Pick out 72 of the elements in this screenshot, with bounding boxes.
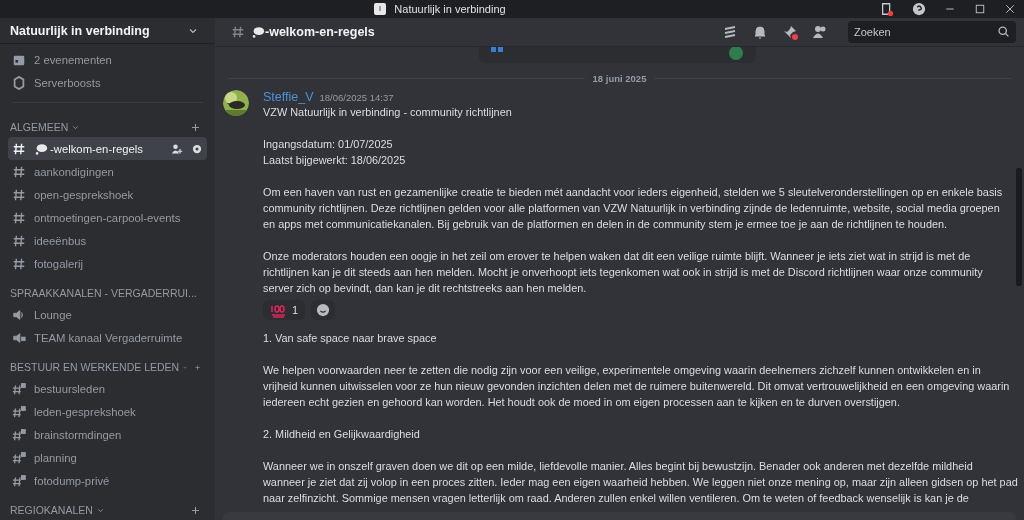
channel-item[interactable]: Lounge xyxy=(8,303,207,326)
settings-icon xyxy=(191,142,203,155)
pin-icon xyxy=(782,24,798,40)
hundred-points-icon xyxy=(270,302,286,318)
channel-item[interactable]: fotogalerij xyxy=(8,252,207,275)
channel-item[interactable]: TEAM kanaal Vergaderruimte xyxy=(8,326,207,349)
locked-speaker-icon xyxy=(12,330,26,345)
locked-hash-icon xyxy=(12,450,26,465)
message-text: Wanneer we in onszelf graven doen we dit op een milde, liefdevolle manier. Alles begint bij bewustzijn. Benader ook anderen met dezelfde mildheid wanneer je ziet dat zij volop in een proces zitten. Ieder mag een eigen waarheid hebben. We leggen niet onze mening op, maar zijn alleen gidsen op het pad naar zelfinzicht. Sommige mensen vragen letterlijk om raad. Anderen zullen enkel willen ventileren. Om te weten of feedback wenselijk is kan je de xyxy=(263,459,1018,506)
embed-logo-icon xyxy=(491,47,503,52)
channel-item[interactable]: open-gesprekshoek xyxy=(8,183,207,206)
plus-icon xyxy=(190,121,201,133)
message-text: VZW Natuurlijk in verbinding - community richtlijnen xyxy=(263,105,513,120)
maximize-icon xyxy=(974,3,986,15)
inbox-icon xyxy=(880,2,894,16)
channel-item[interactable]: planning xyxy=(8,446,207,469)
channel-item[interactable]: ideeënbus xyxy=(8,229,207,252)
window-title: Natuurlijk in verbinding xyxy=(394,3,506,15)
hash-icon xyxy=(12,210,26,225)
reaction-button[interactable]: 1 xyxy=(263,300,306,320)
reaction-count: 1 xyxy=(292,304,299,316)
channel-item[interactable]: leden-gesprekshoek xyxy=(8,400,207,423)
message-text: Ingangsdatum: 01/07/2025 Laatst bijgewerkt: 18/06/2025 xyxy=(263,137,407,168)
boost-gem-icon xyxy=(12,75,26,90)
channel-item[interactable]: -welkom-en-regels xyxy=(8,137,207,160)
channel-title: -welkom-en-regels xyxy=(265,25,376,39)
scrollbar-thumb[interactable] xyxy=(1016,168,1022,286)
smiley-icon xyxy=(316,303,331,317)
channel-item[interactable]: brainstormdingen xyxy=(8,423,207,446)
close-icon xyxy=(1004,3,1016,15)
message-text: 2. Mildheid en Gelijkwaardigheid xyxy=(263,427,421,442)
serverboosts-item[interactable]: Serverboosts xyxy=(8,71,207,95)
app-icon xyxy=(374,3,387,15)
message-text: 1. Van safe space naar brave space xyxy=(263,331,438,346)
speaker-icon xyxy=(12,307,26,322)
timestamp: 18/06/2025 14:37 xyxy=(319,92,394,103)
members-icon xyxy=(812,24,828,40)
channel-item[interactable]: fotodump-privé xyxy=(8,469,207,492)
plus-icon xyxy=(190,504,201,516)
hash-icon xyxy=(12,233,26,248)
channel-item[interactable]: aankondigingen xyxy=(8,160,207,183)
events-item[interactable]: 2 evenementen xyxy=(8,48,207,72)
thought-bubble-icon xyxy=(34,141,48,156)
locked-hash-icon xyxy=(12,404,26,419)
category-label[interactable]: ALGEMEEN xyxy=(10,121,69,133)
channel-item[interactable]: ontmoetingen-carpool-events xyxy=(8,206,207,229)
date-divider: 18 juni 2025 xyxy=(592,73,647,84)
category-label[interactable]: REGIOKANALEN xyxy=(10,504,93,516)
channel-item[interactable]: bestuursleden xyxy=(8,377,207,400)
hash-icon xyxy=(12,141,26,156)
locked-hash-icon xyxy=(12,381,26,396)
server-header[interactable]: Natuurlijk in verbinding xyxy=(0,18,215,45)
author-name[interactable]: Steffie_V xyxy=(263,90,314,104)
server-name: Natuurlijk in verbinding xyxy=(10,23,150,38)
add-member-icon xyxy=(171,142,183,155)
search-icon xyxy=(997,25,1010,38)
hash-icon xyxy=(231,25,245,39)
add-reaction-button[interactable] xyxy=(311,300,336,320)
message-text: We helpen voorwaarden neer te zetten die nodig zijn voor een veilige, experimentele omgeving waarin deelnemers zichzelf kunnen ontwikkelen en in vrijheid kunnen uitwisselen voor ze hun nieuw gevonden inzichten delen met de ruimere buitenwereld. Dit omvat vertrouwelijkheid en een omgeving waarin iedereen echt gezien en gehoord kan worden. Het houdt ook de moed in om eigen processen aan te kijken en te durven overstijgen. xyxy=(263,363,1011,410)
threads-icon xyxy=(722,24,738,40)
bell-icon xyxy=(752,24,768,40)
locked-hash-icon xyxy=(12,473,26,488)
hash-icon xyxy=(12,256,26,271)
message-text: Onze moderators houden een oogje in het zeil om erover te helpen waken dat dit een veilige ruimte blijft. Wanneer je iets ziet wat in strijd is met de richtlijnen kan je dit steeds aan hen melden. Mocht je onverhoopt iets tegenkomen wat ook in strijd is met de Discord richtlijnen waar onze community server zich op bevindt, dan kan je dit rechtstreeks aan hen melden. xyxy=(263,249,984,296)
locked-hash-icon xyxy=(12,427,26,442)
category-label[interactable]: SPRAAKKANALEN - VERGADERRUI... xyxy=(10,287,197,299)
hash-icon xyxy=(12,187,26,202)
thought-bubble-icon xyxy=(251,25,265,39)
hash-icon xyxy=(12,164,26,179)
search-field[interactable]: Zoeken xyxy=(848,21,1016,43)
message-text: Om een haven van rust en gezamenlijke creatie te bieden mét aandacht voor ieders eigenheid, stelden we 5 sleutelveronderstellingen op en enkele basis community richtlijnen. Deze richtlijnen gelden voor alle platformen van VZW Natuurlijk in verbinding zijnde de ledenruimte, website, social media groepen en apps met communicatiekanalen. Bij gebruik van de platformen en delen in de community stem je ermee toe je aan de richtlijnen te houden. xyxy=(263,185,1004,232)
category-label[interactable]: BESTUUR EN WERKENDE LEDEN xyxy=(10,361,180,373)
